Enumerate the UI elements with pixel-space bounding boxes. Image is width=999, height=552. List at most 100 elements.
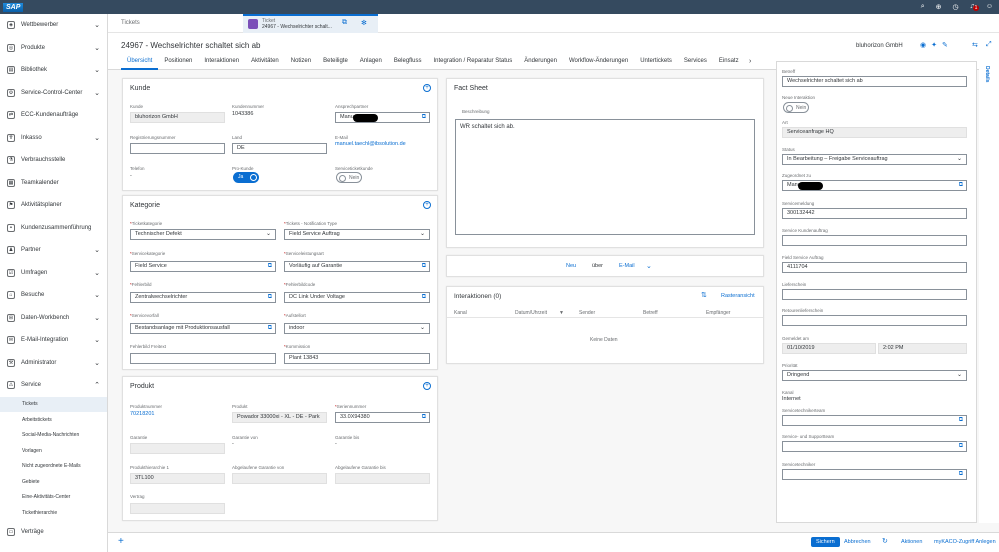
- sidebar-item-15[interactable]: ⚒ Administrator ⌄: [0, 352, 107, 375]
- garantie-field[interactable]: [130, 443, 225, 454]
- channel-select[interactable]: E-Mail: [619, 263, 635, 269]
- sidebar-item-7[interactable]: ▦ Teamkalender: [0, 172, 107, 195]
- prio-field[interactable]: Dringend ⌄: [782, 370, 967, 381]
- user-icon[interactable]: ☺: [986, 3, 993, 11]
- serviceticketkunde-toggle[interactable]: Nein: [336, 172, 362, 183]
- beschreibung-textarea[interactable]: WR schaltet sich ab.: [455, 119, 755, 235]
- tab-2[interactable]: Interaktionen: [198, 58, 245, 70]
- add-icon[interactable]: +: [118, 536, 124, 547]
- produktnummer-link[interactable]: 70218201: [130, 411, 154, 417]
- sidebar-item-9[interactable]: ◓ Kundenzusammenführung: [0, 217, 107, 240]
- sidebar-subitem-5[interactable]: Gebiete: [0, 474, 107, 490]
- mykaco-button[interactable]: myKACO-Zugriff Anlegen: [934, 539, 996, 545]
- chevron-down-icon[interactable]: ⌄: [94, 336, 100, 344]
- fullscreen-icon[interactable]: ⤢: [986, 41, 992, 49]
- betreff-field[interactable]: Wechselrichter schaltet sich ab: [782, 76, 967, 87]
- tab-1[interactable]: Positionen: [158, 58, 198, 70]
- clock-icon[interactable]: ◷: [952, 3, 958, 11]
- chevron-down-icon[interactable]: ⌄: [94, 21, 100, 29]
- rasteransicht-link[interactable]: Rasteransicht: [721, 293, 755, 299]
- chevron-down-icon[interactable]: ⌄: [94, 66, 100, 74]
- servicekauf-field[interactable]: [782, 235, 967, 246]
- fehlerbild-freitext-field[interactable]: [130, 353, 276, 364]
- fehlerbildcode-field[interactable]: DC Link Under Voltage ⧉: [284, 292, 430, 303]
- notification-type-select[interactable]: Field Service Auftrag ⌄: [284, 229, 430, 240]
- sidebar-item-13[interactable]: ⊞ Daten-Workbench ⌄: [0, 307, 107, 330]
- sidebar-item-6[interactable]: ⚗ Verbrauchsstelle: [0, 149, 107, 172]
- sidebar-subitem-3[interactable]: Vorlagen: [0, 443, 107, 459]
- chevron-down-icon[interactable]: ⌄: [94, 269, 100, 277]
- tab-9[interactable]: Änderungen: [518, 58, 563, 70]
- company-name[interactable]: bluhorizon GmbH: [856, 43, 903, 49]
- land-field[interactable]: DE: [232, 143, 327, 154]
- kunde-field[interactable]: bluhorizon GmbH: [130, 112, 225, 123]
- sidebar-item-2[interactable]: ▤ Bibliothek ⌄: [0, 59, 107, 82]
- sidebar-item-3[interactable]: ⚙ Service-Control-Center ⌄: [0, 82, 107, 105]
- sidebar-item-8[interactable]: ⚑ Aktivitätsplaner: [0, 194, 107, 217]
- search-icon[interactable]: ⌕: [921, 3, 925, 11]
- sidebar-item-0[interactable]: ◈ Wettbewerber ⌄: [0, 14, 107, 37]
- chevron-up-icon[interactable]: ⌃: [94, 381, 100, 389]
- neue-interaktion-toggle[interactable]: Nein: [783, 102, 809, 113]
- sidebar-item-14[interactable]: ✉ E-Mail-Integration ⌄: [0, 329, 107, 352]
- chevron-down-icon[interactable]: ⌄: [94, 314, 100, 322]
- share-icon[interactable]: ⇆: [972, 41, 978, 49]
- sidebar-item-10[interactable]: ♟ Partner ⌄: [0, 239, 107, 262]
- zoom-icon[interactable]: ⊕: [936, 3, 942, 11]
- sidebar-item-11[interactable]: ☑ Umfragen ⌄: [0, 262, 107, 285]
- techniker-field[interactable]: ⧉: [782, 469, 967, 480]
- chevron-down-icon[interactable]: ⌄: [94, 359, 100, 367]
- sidebar-subitem-2[interactable]: Social-Media-Nachrichten: [0, 428, 107, 444]
- new-window-icon[interactable]: ⧉: [342, 19, 347, 27]
- sidebar-subitem-4[interactable]: Nicht zugeordnete E-Mails: [0, 459, 107, 475]
- chevron-down-icon[interactable]: ⌄: [94, 246, 100, 254]
- vertrag-field[interactable]: [130, 503, 225, 514]
- add-icon[interactable]: +: [423, 84, 431, 92]
- sidebar-subitem-7[interactable]: Tickethierarchie: [0, 505, 107, 521]
- registrierungsnummer-field[interactable]: [130, 143, 225, 154]
- col-kanal[interactable]: Kanal: [454, 310, 467, 316]
- sort-icon[interactable]: ⇅: [701, 291, 707, 299]
- chevron-down-icon[interactable]: ⌄: [94, 134, 100, 142]
- sidebar-item-5[interactable]: ⇈ Inkasso ⌄: [0, 127, 107, 150]
- chevron-right-icon[interactable]: ›: [749, 58, 751, 65]
- tab-4[interactable]: Notizen: [285, 58, 317, 70]
- tab-8[interactable]: Integration / Reparatur Status: [428, 58, 519, 70]
- sidebar-item-vertraege[interactable]: ▭ Verträge: [0, 521, 107, 544]
- techteam-field[interactable]: ⧉: [782, 415, 967, 426]
- tab-10[interactable]: Workflow-Änderungen: [563, 58, 634, 70]
- serviceleistungsart-field[interactable]: Vorläufig auf Garantie ⧉: [284, 261, 430, 272]
- add-icon[interactable]: +: [423, 382, 431, 390]
- tab-6[interactable]: Anlagen: [354, 58, 388, 70]
- produkthierarchie-field[interactable]: 3TL100: [130, 473, 225, 484]
- neu-button[interactable]: Neu: [566, 263, 576, 269]
- retour-field[interactable]: [782, 315, 967, 326]
- email-link[interactable]: manuel.taechl@ibsolution.de: [335, 141, 406, 147]
- filter-icon[interactable]: ▼: [559, 310, 564, 316]
- details-side-tab[interactable]: Details: [979, 61, 999, 523]
- pro-kunde-toggle[interactable]: Ja: [233, 172, 259, 183]
- lieferschein-field[interactable]: [782, 289, 967, 300]
- abgelaufene-garantie-von-field[interactable]: [232, 473, 327, 484]
- fehlerbild-field[interactable]: Zentralwechselrichter ⧉: [130, 292, 276, 303]
- tab-13[interactable]: Einsatz: [713, 58, 745, 70]
- gemeldet-time-field[interactable]: 2:02 PM: [878, 343, 967, 354]
- chevron-down-icon[interactable]: ⌄: [94, 291, 100, 299]
- col-sender[interactable]: Sender: [579, 310, 595, 316]
- servicekategorie-field[interactable]: Field Service ⧉: [130, 261, 276, 272]
- tab-12[interactable]: Services: [678, 58, 713, 70]
- save-button[interactable]: Sichern: [811, 537, 840, 547]
- art-field[interactable]: Serviceanfrage HQ: [782, 127, 967, 138]
- add-icon[interactable]: +: [423, 201, 431, 209]
- zug-field[interactable]: Manu ⧉: [782, 180, 967, 191]
- ticketkategorie-select[interactable]: Technischer Defekt ⌄: [130, 229, 276, 240]
- fieldkauf-field[interactable]: 4111704: [782, 262, 967, 273]
- tab-0[interactable]: Übersicht: [121, 58, 159, 70]
- abgelaufene-garantie-bis-field[interactable]: [335, 473, 430, 484]
- sap-logo[interactable]: SAP: [3, 2, 24, 12]
- support-field[interactable]: ⧉: [782, 441, 967, 452]
- servicemeld-field[interactable]: 300132442: [782, 208, 967, 219]
- sidebar-item-4[interactable]: ⇄ ECC-Kundenaufträge: [0, 104, 107, 127]
- chevron-down-icon[interactable]: ⌄: [94, 44, 100, 52]
- sidebar-item-1[interactable]: ◎ Produkte ⌄: [0, 37, 107, 60]
